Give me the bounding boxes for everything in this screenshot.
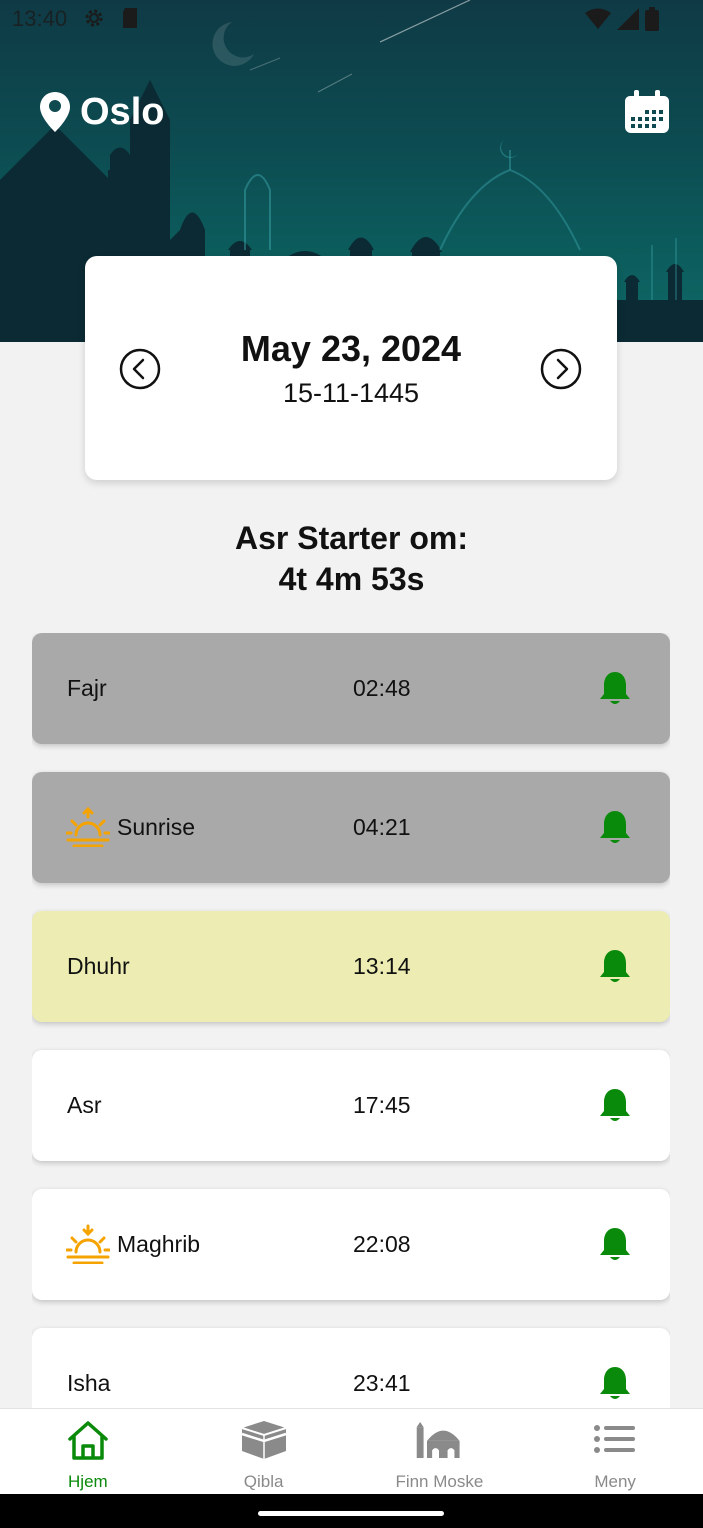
bell-icon[interactable] (598, 808, 632, 846)
battery-icon (645, 7, 659, 31)
sunrise-icon (66, 807, 110, 847)
bottom-navigation: Hjem Qibla Finn Moske Meny (0, 1408, 703, 1494)
prayer-row-dhuhr[interactable]: Dhuhr 13:14 (32, 911, 670, 1022)
countdown-value: 4t 4m 53s (278, 561, 425, 597)
prayer-times-list: Fajr 02:48 Sunrise 04:21 Dhuhr 13:14 Asr… (32, 633, 670, 1408)
bell-icon[interactable] (598, 1225, 632, 1263)
nav-label: Qibla (243, 1472, 284, 1491)
home-gesture-handle[interactable] (258, 1511, 444, 1516)
status-time: 13:40 (12, 6, 68, 31)
prayer-name: Sunrise (117, 814, 195, 840)
bell-icon[interactable] (598, 947, 632, 985)
nav-tab-find-mosque[interactable]: Finn Moske (352, 1409, 528, 1494)
nav-tab-qibla[interactable]: Qibla (176, 1409, 352, 1494)
countdown-label: Asr Starter om: (235, 520, 468, 556)
settings-gear-icon (85, 9, 103, 27)
prayer-time: 02:48 (353, 675, 411, 701)
bell-icon[interactable] (598, 669, 632, 707)
prayer-name: Fajr (67, 675, 107, 701)
prayer-time: 13:14 (353, 953, 411, 979)
menu-list-icon (594, 1425, 636, 1453)
prayer-row-sunrise[interactable]: Sunrise 04:21 (32, 772, 670, 883)
location-selector[interactable]: Oslo (38, 90, 164, 134)
prayer-time: 22:08 (353, 1231, 411, 1257)
bell-icon[interactable] (598, 1086, 632, 1124)
prayer-name: Maghrib (117, 1231, 201, 1257)
prayer-time: 17:45 (353, 1092, 411, 1118)
prayer-name: Asr (67, 1092, 102, 1118)
system-gesture-bar (0, 1494, 703, 1528)
location-pin-icon (40, 92, 70, 132)
nav-label: Finn Moske (395, 1472, 484, 1491)
signal-icon (617, 8, 639, 30)
prayer-name: Dhuhr (67, 953, 130, 979)
prayer-time: 04:21 (353, 814, 411, 840)
nav-tab-home[interactable]: Hjem (0, 1409, 176, 1494)
sunset-icon (66, 1224, 110, 1264)
date-card: May 23, 2024 15-11-1445 (85, 256, 617, 480)
prayer-name: Isha (67, 1370, 111, 1396)
hijri-date: 15-11-1445 (282, 378, 420, 408)
nav-label: Hjem (68, 1472, 108, 1491)
home-icon (68, 1421, 108, 1460)
prayer-time: 23:41 (353, 1370, 411, 1396)
next-prayer-countdown: Asr Starter om: 4t 4m 53s (0, 518, 703, 600)
prayer-row-maghrib[interactable]: Maghrib 22:08 (32, 1189, 670, 1300)
mosque-icon (417, 1422, 460, 1458)
calendar-icon[interactable] (624, 90, 670, 134)
sd-card-icon (123, 8, 137, 28)
prayer-row-fajr[interactable]: Fajr 02:48 (32, 633, 670, 744)
status-bar: 13:40 (0, 0, 703, 38)
bell-icon[interactable] (598, 1364, 632, 1402)
next-day-button[interactable] (540, 348, 582, 390)
gregorian-date: May 23, 2024 (240, 328, 462, 369)
status-indicators (585, 7, 659, 31)
wifi-icon (585, 8, 611, 29)
nav-tab-menu[interactable]: Meny (527, 1409, 703, 1494)
nav-label: Meny (594, 1472, 636, 1491)
kaaba-icon (241, 1421, 287, 1459)
city-name: Oslo (80, 90, 165, 133)
prayer-row-isha[interactable]: Isha 23:41 (32, 1328, 670, 1408)
prayer-row-asr[interactable]: Asr 17:45 (32, 1050, 670, 1161)
